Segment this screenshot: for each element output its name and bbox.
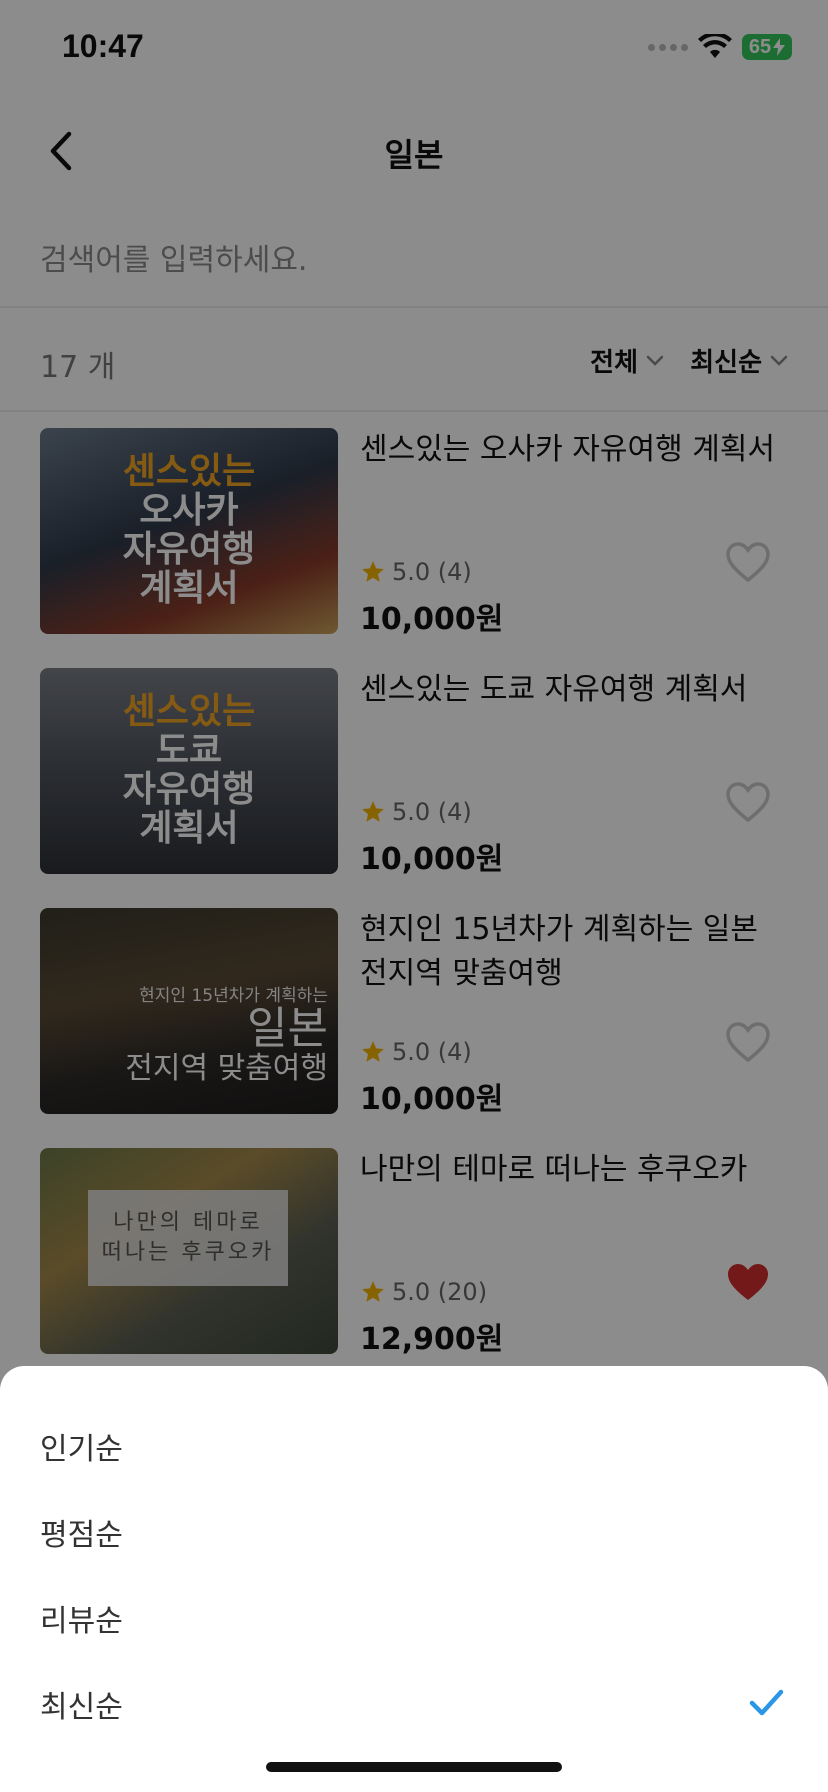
sort-option-reviews[interactable]: 리뷰순 (0, 1574, 828, 1660)
sort-option-latest[interactable]: 최신순 (0, 1660, 828, 1746)
sort-option-label: 최신순 (40, 1690, 123, 1725)
checkmark-icon (749, 1689, 784, 1716)
home-indicator (266, 1762, 562, 1772)
sort-option-popular[interactable]: 인기순 (0, 1402, 828, 1488)
sort-option-rating[interactable]: 평점순 (0, 1488, 828, 1574)
sort-option-label: 리뷰순 (40, 1604, 123, 1639)
sort-bottom-sheet: 인기순 평점순 리뷰순 최신순 (0, 1366, 828, 1792)
sort-option-label: 평점순 (40, 1518, 123, 1553)
sort-option-label: 인기순 (40, 1432, 123, 1467)
